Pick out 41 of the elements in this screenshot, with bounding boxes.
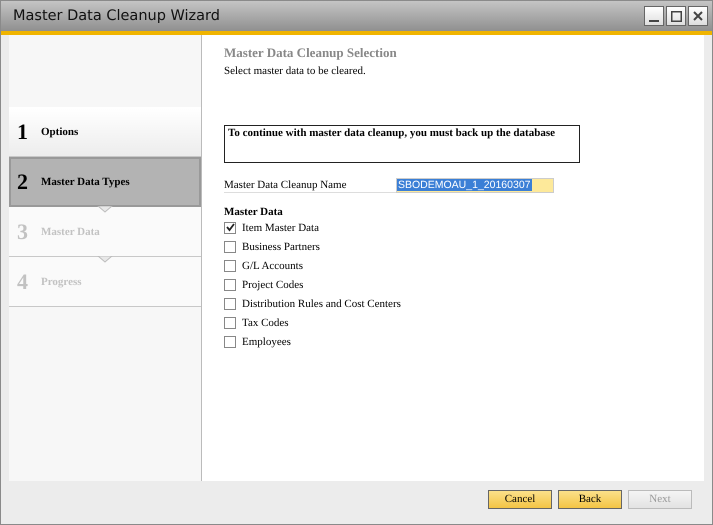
checkbox-label[interactable]: G/L Accounts [242,260,303,272]
step-number: 3 [17,218,29,244]
wizard-step[interactable]: 2 Master Data Types [9,157,201,207]
section-heading: Master Data [224,206,284,218]
checkbox[interactable] [224,222,236,234]
step-label: Options [41,126,78,138]
name-input-field[interactable]: SBODEMOAU_1_20160307 [396,178,554,193]
checkbox-label[interactable]: Project Codes [242,278,304,290]
step-number: 4 [17,268,29,294]
checkbox[interactable] [224,336,236,348]
step-number: 2 [17,169,29,195]
step-label: Master Data Types [41,176,130,188]
close-button[interactable] [688,6,708,26]
step-number: 1 [17,118,29,144]
wizard-button[interactable]: Back [558,490,622,508]
down-arrow-icon [97,206,113,213]
wizard-button[interactable]: Cancel [488,490,552,508]
maximize-button[interactable] [666,6,686,26]
wizard-step[interactable]: 1 Options [9,107,201,157]
down-arrow-icon [97,256,113,263]
page-title: Master Data Cleanup Selection [224,45,398,61]
minimize-icon [649,20,659,22]
page-subtitle: Select master data to be cleared. [224,65,367,77]
notice-text: To continue with master data cleanup, you must back up the database [228,127,555,139]
checkbox[interactable] [224,298,236,310]
maximize-icon [670,10,682,22]
checkbox[interactable] [224,278,236,290]
step-label: Master Data [41,226,100,238]
checkbox-label[interactable]: Business Partners [242,240,320,252]
checkbox-label[interactable]: Employees [242,336,291,348]
checkbox[interactable] [224,260,236,272]
step-label: Progress [41,276,82,288]
window-title: Master Data Cleanup Wizard [13,8,220,24]
close-icon [693,11,703,21]
field-label: Master Data Cleanup Name [224,178,396,192]
checkbox-label[interactable]: Item Master Data [242,222,319,234]
checkbox-label[interactable]: Distribution Rules and Cost Centers [242,298,401,310]
checkbox[interactable] [224,240,236,252]
checkbox[interactable] [224,316,236,328]
minimize-button[interactable] [644,6,664,26]
checkbox-label[interactable]: Tax Codes [242,316,289,328]
